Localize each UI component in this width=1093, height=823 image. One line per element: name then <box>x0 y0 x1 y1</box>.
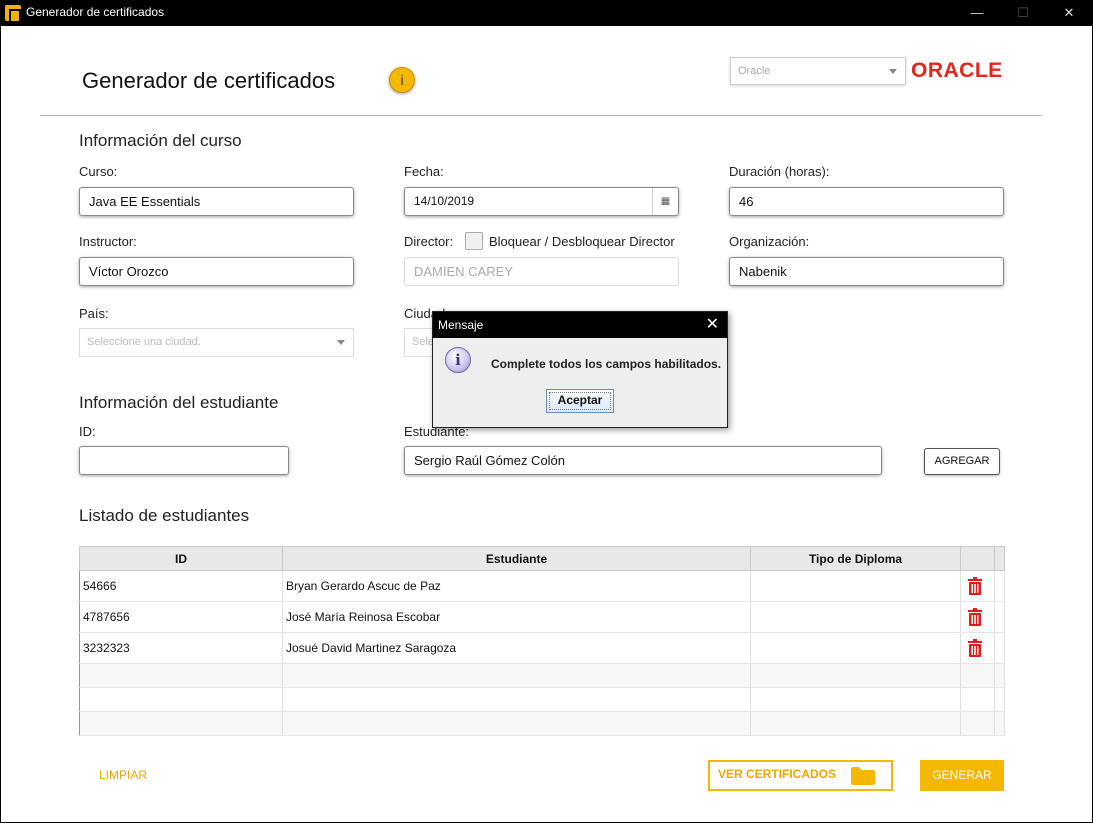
cell-id: 3232323 <box>79 632 283 664</box>
curso-label: Curso: <box>79 164 118 179</box>
dialog-ok-button[interactable]: Aceptar <box>546 389 614 413</box>
generate-button[interactable]: GENERAR <box>920 760 1004 791</box>
view-certificates-label: VER CERTIFICADOS <box>718 767 837 781</box>
information-icon: i <box>445 347 471 373</box>
info-icon[interactable]: i <box>389 67 415 93</box>
column-header-id[interactable]: ID <box>79 546 283 571</box>
pais-select: Seleccione una ciudad. <box>79 328 354 357</box>
cell-filler <box>994 632 1005 664</box>
course-section-title: Información del curso <box>79 131 242 150</box>
fecha-value: 14/10/2019 <box>414 194 475 208</box>
cell-actions <box>960 601 995 633</box>
cell-diploma[interactable] <box>750 632 961 664</box>
cell-id: 4787656 <box>79 601 283 633</box>
empty-row <box>79 687 1005 712</box>
cell-actions <box>960 632 995 664</box>
id-field[interactable] <box>79 446 289 475</box>
app-icon <box>5 5 21 21</box>
director-lock-label: Bloquear / Desbloquear Director <box>489 234 675 249</box>
dialog-message: Complete todos los campos habilitados. <box>491 357 722 371</box>
students-table: ID Estudiante Tipo de Diploma 54666 Brya… <box>79 546 1005 736</box>
cell-name: Bryan Gerardo Ascuc de Paz <box>282 570 751 602</box>
director-field: DAMIEN CAREY <box>404 257 679 286</box>
fecha-label: Fecha: <box>404 164 444 179</box>
trash-icon[interactable] <box>967 577 983 595</box>
cell-filler <box>994 570 1005 602</box>
close-window-button[interactable]: ✕ <box>1046 0 1092 26</box>
empty-row <box>79 663 1005 688</box>
table-row[interactable]: 4787656 José María Reinosa Escobar <box>79 601 1005 633</box>
duracion-field[interactable]: 46 <box>729 187 1004 216</box>
column-header-diploma[interactable]: Tipo de Diploma <box>750 546 961 571</box>
fecha-field[interactable]: 14/10/2019 ▦ <box>404 187 679 216</box>
trash-icon[interactable] <box>967 608 983 626</box>
director-lock-checkbox[interactable] <box>465 232 483 250</box>
cell-actions <box>960 570 995 602</box>
pais-label: País: <box>79 306 109 321</box>
cell-id: 54666 <box>79 570 283 602</box>
dialog-close-icon[interactable]: ✕ <box>706 314 719 334</box>
brand-select-value: Oracle <box>738 65 771 77</box>
window-title-bar: Generador de certificados — ☐ ✕ <box>0 0 1093 26</box>
message-dialog: Mensaje ✕ i Complete todos los campos ha… <box>432 311 728 428</box>
dialog-title: Mensaje <box>433 312 727 338</box>
brand-select[interactable]: Oracle <box>730 57 906 85</box>
director-label: Director: <box>404 234 454 249</box>
cell-filler <box>994 601 1005 633</box>
cell-diploma[interactable] <box>750 601 961 633</box>
add-student-button[interactable]: AGREGAR <box>924 448 1000 475</box>
maximize-button[interactable]: ☐ <box>1000 0 1046 26</box>
cell-diploma[interactable] <box>750 570 961 602</box>
oracle-logo: ORACLE <box>911 59 1003 82</box>
main-window: Generador de certificados i Oracle ORACL… <box>1 26 1092 822</box>
chevron-down-icon <box>337 340 345 345</box>
organizacion-label: Organización: <box>729 234 810 249</box>
table-header-row: ID Estudiante Tipo de Diploma <box>79 546 1005 571</box>
view-certificates-button[interactable]: VER CERTIFICADOS <box>708 760 893 791</box>
student-section-title: Información del estudiante <box>79 393 279 412</box>
cell-name: José María Reinosa Escobar <box>282 601 751 633</box>
empty-row <box>79 711 1005 736</box>
folder-icon <box>851 767 875 785</box>
pais-placeholder: Seleccione una ciudad. <box>87 336 201 348</box>
column-header-filler <box>994 546 1005 571</box>
minimize-button[interactable]: — <box>954 0 1000 26</box>
header-divider <box>40 115 1042 116</box>
clear-button[interactable]: LIMPIAR <box>99 768 147 782</box>
calendar-icon[interactable]: ▦ <box>652 188 678 215</box>
table-row[interactable]: 3232323 Josué David Martinez Saragoza <box>79 632 1005 664</box>
instructor-label: Instructor: <box>79 234 137 249</box>
column-header-actions <box>960 546 995 571</box>
cell-name: Josué David Martinez Saragoza <box>282 632 751 664</box>
column-header-estudiante[interactable]: Estudiante <box>282 546 751 571</box>
table-row[interactable]: 54666 Bryan Gerardo Ascuc de Paz <box>79 570 1005 602</box>
chevron-down-icon <box>889 69 897 74</box>
duracion-label: Duración (horas): <box>729 164 830 179</box>
estudiante-field[interactable]: Sergio Raúl Gómez Colón <box>404 446 882 475</box>
organizacion-field[interactable]: Nabenik <box>729 257 1004 286</box>
window-title: Generador de certificados <box>26 5 165 19</box>
curso-field[interactable]: Java EE Essentials <box>79 187 354 216</box>
page-title: Generador de certificados <box>82 68 336 93</box>
trash-icon[interactable] <box>967 639 983 657</box>
id-label: ID: <box>79 424 96 439</box>
list-section-title: Listado de estudiantes <box>79 506 250 525</box>
instructor-field[interactable]: Víctor Orozco <box>79 257 354 286</box>
